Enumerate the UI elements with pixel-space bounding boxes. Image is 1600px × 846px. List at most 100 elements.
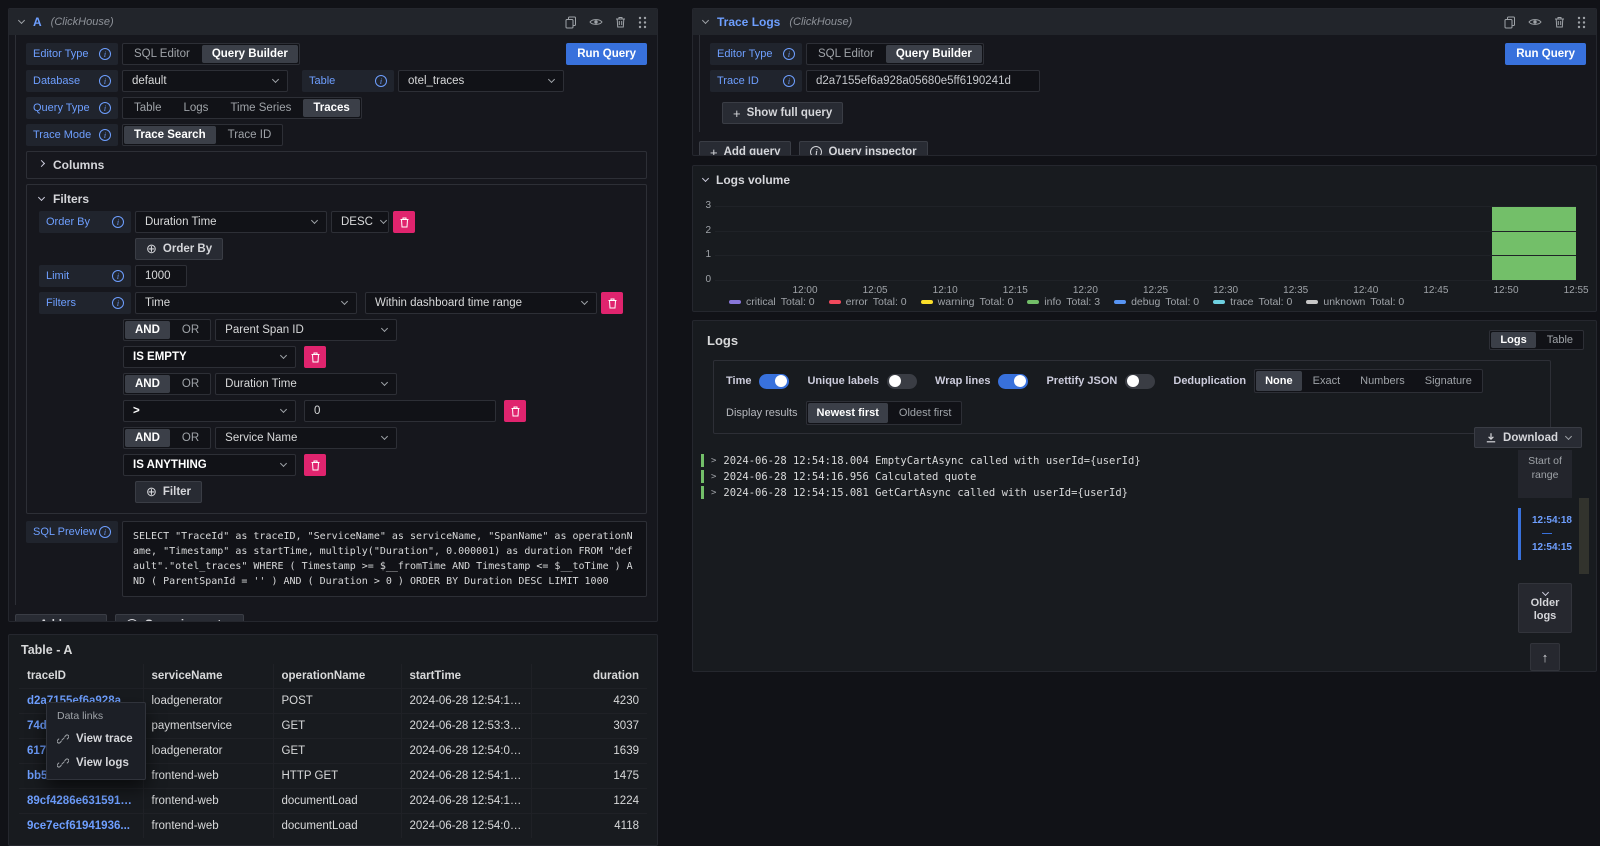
remove-filter-button[interactable] [304, 346, 326, 368]
wrap-lines-toggle[interactable] [998, 374, 1028, 389]
add-filter-button[interactable]: ⊕Filter [135, 481, 202, 503]
trace-id-input[interactable]: d2a7155ef6a928a05680e5ff6190241d [806, 70, 1040, 92]
query-inspector-button[interactable]: iQuery inspector [799, 141, 927, 156]
and-option[interactable]: AND [125, 375, 170, 393]
legend-item[interactable]: errorTotal: 0 [829, 296, 907, 308]
expand-caret-icon[interactable]: > [711, 488, 716, 498]
delete-query-icon[interactable] [615, 16, 626, 28]
unique-labels-toggle[interactable] [887, 374, 917, 389]
filter-field-select[interactable]: Service Name [215, 427, 397, 449]
database-select[interactable]: default [122, 70, 288, 92]
filter-value-input[interactable]: 0 [304, 400, 496, 422]
filter-time-value-select[interactable]: Within dashboard time range [365, 292, 597, 314]
log-line[interactable]: >2024-06-28 12:54:15.081 GetCartAsync ca… [701, 485, 1480, 500]
legend-item[interactable]: infoTotal: 3 [1027, 296, 1100, 308]
col-header-trace-id[interactable]: traceID [19, 664, 143, 689]
add-query-button[interactable]: +Add query [15, 614, 107, 622]
filter-field-select[interactable]: Parent Span ID [215, 319, 397, 341]
view-logs-link[interactable]: View logs [47, 751, 145, 775]
or-option[interactable]: OR [172, 429, 209, 447]
col-header-service-name[interactable]: serviceName [143, 664, 273, 689]
col-header-operation-name[interactable]: operationName [273, 664, 401, 689]
filters-section-header[interactable]: Filters [39, 192, 634, 206]
add-order-by-button[interactable]: ⊕Order By [135, 238, 223, 260]
prettify-json-toggle[interactable] [1125, 374, 1155, 389]
query-type-traces[interactable]: Traces [303, 99, 359, 117]
columns-section[interactable]: Columns [26, 151, 647, 179]
query-inspector-button[interactable]: iQuery inspector [115, 614, 243, 622]
collapse-chevron-icon[interactable] [702, 17, 709, 24]
remove-filter-button[interactable] [504, 400, 526, 422]
legend-item[interactable]: criticalTotal: 0 [729, 296, 815, 308]
filter-operator-select[interactable]: > [123, 400, 296, 422]
show-full-query-button[interactable]: +Show full query [722, 102, 843, 124]
run-query-button[interactable]: Run Query [566, 43, 647, 65]
tab-sql-editor[interactable]: SQL Editor [124, 45, 200, 63]
order-by-field-select[interactable]: Duration Time [135, 211, 327, 233]
query-ref-id[interactable]: A [33, 15, 42, 29]
trace-id-link[interactable]: 89cf4286e631591b4... [19, 789, 143, 814]
drag-handle-icon[interactable] [638, 16, 647, 29]
limit-input[interactable]: 1000 [135, 265, 187, 287]
info-bar[interactable] [1492, 206, 1576, 280]
or-option[interactable]: OR [172, 321, 209, 339]
col-header-start-time[interactable]: startTime [401, 664, 531, 689]
legend-item[interactable]: unknownTotal: 0 [1306, 296, 1404, 308]
dedup-option-exact[interactable]: Exact [1304, 371, 1350, 391]
legend-item[interactable]: warningTotal: 0 [921, 296, 1014, 308]
drag-handle-icon[interactable] [1577, 16, 1586, 29]
or-option[interactable]: OR [172, 375, 209, 393]
older-logs-button[interactable]: Older logs [1518, 583, 1572, 633]
and-option[interactable]: AND [125, 321, 170, 339]
delete-query-icon[interactable] [1554, 16, 1565, 28]
filter-time-field-select[interactable]: Time [135, 292, 357, 314]
log-scrollbar[interactable] [1579, 498, 1589, 574]
view-trace-link[interactable]: View trace [47, 727, 145, 751]
view-option-logs[interactable]: Logs [1491, 332, 1535, 348]
time-toggle[interactable] [759, 374, 789, 389]
remove-order-by-button[interactable] [393, 211, 415, 233]
log-line[interactable]: >2024-06-28 12:54:18.004 EmptyCartAsync … [701, 453, 1480, 468]
query-type-table[interactable]: Table [124, 99, 172, 117]
filter-field-select[interactable]: Duration Time [215, 373, 397, 395]
tab-query-builder[interactable]: Query Builder [886, 45, 982, 63]
collapse-chevron-icon[interactable] [18, 17, 25, 24]
run-query-button[interactable]: Run Query [1505, 43, 1586, 65]
expand-caret-icon[interactable]: > [711, 472, 716, 482]
filter-operator-select[interactable]: IS EMPTY [123, 346, 296, 368]
dedup-option-signature[interactable]: Signature [1416, 371, 1481, 391]
order-by-direction-select[interactable]: DESC [331, 211, 389, 233]
table-select[interactable]: otel_traces [398, 70, 564, 92]
dedup-option-numbers[interactable]: Numbers [1351, 371, 1414, 391]
query-type-time-series[interactable]: Time Series [220, 99, 301, 117]
trace-mode-id[interactable]: Trace ID [218, 126, 282, 144]
trace-mode-search[interactable]: Trace Search [124, 126, 216, 144]
display-option-oldest-first[interactable]: Oldest first [890, 403, 961, 423]
tab-sql-editor[interactable]: SQL Editor [808, 45, 884, 63]
expand-caret-icon[interactable]: > [711, 456, 716, 466]
legend-item[interactable]: traceTotal: 0 [1213, 296, 1292, 308]
remove-filter-button[interactable] [304, 454, 326, 476]
duplicate-query-icon[interactable] [565, 16, 577, 29]
duplicate-query-icon[interactable] [1504, 16, 1516, 29]
col-header-duration[interactable]: duration [531, 664, 647, 689]
hide-query-eye-icon[interactable] [589, 17, 603, 27]
tab-query-builder[interactable]: Query Builder [202, 45, 298, 63]
view-option-table[interactable]: Table [1538, 332, 1582, 348]
filter-operator-select[interactable]: IS ANYTHING [123, 454, 296, 476]
trace-id-link[interactable]: 9ce7ecf61941936... [19, 814, 143, 839]
query-ref-id[interactable]: Trace Logs [717, 15, 780, 29]
dedup-option-none[interactable]: None [1256, 371, 1302, 391]
legend-item[interactable]: debugTotal: 0 [1114, 296, 1199, 308]
add-query-button[interactable]: +Add query [699, 141, 791, 156]
scroll-to-top-button[interactable]: ↑ [1530, 643, 1560, 671]
query-row-header[interactable]: Trace Logs (ClickHouse) [693, 9, 1596, 35]
hide-query-eye-icon[interactable] [1528, 17, 1542, 27]
query-type-logs[interactable]: Logs [174, 99, 219, 117]
download-button[interactable]: Download [1474, 427, 1582, 448]
remove-time-filter-button[interactable] [601, 292, 623, 314]
and-option[interactable]: AND [125, 429, 170, 447]
display-option-newest-first[interactable]: Newest first [808, 403, 888, 423]
log-line[interactable]: >2024-06-28 12:54:16.956 Calculated quot… [701, 469, 1480, 484]
query-row-header[interactable]: A (ClickHouse) [9, 9, 657, 35]
